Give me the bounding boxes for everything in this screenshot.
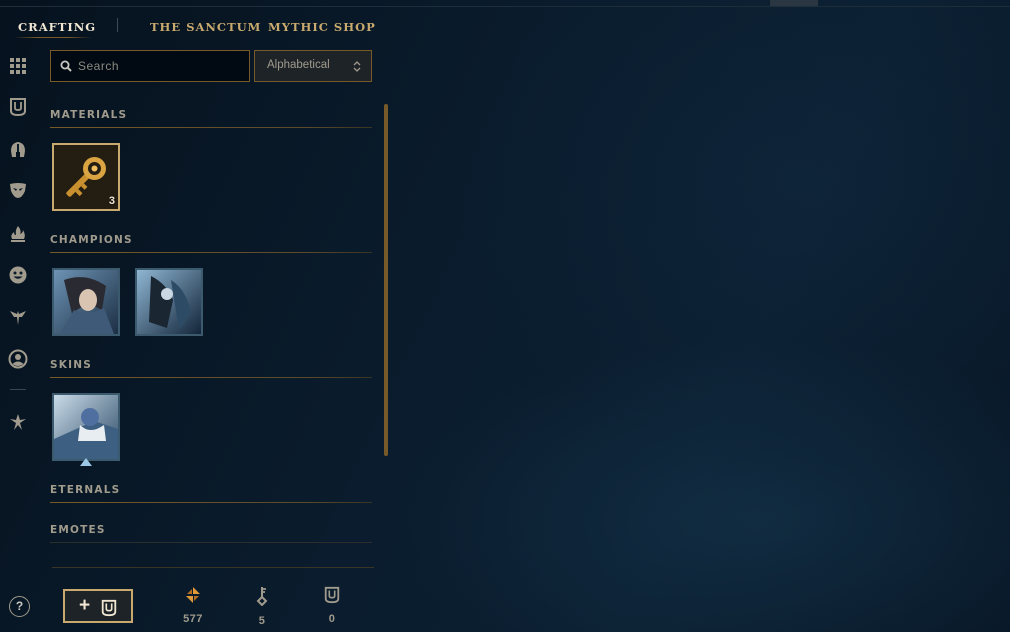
- orange-essence-counter: 577: [173, 586, 213, 625]
- plus-icon: +: [79, 595, 91, 616]
- top-border: [0, 6, 1010, 7]
- bottom-divider: [52, 567, 374, 568]
- section-title-champions: CHAMPIONS: [50, 234, 133, 246]
- chest-icon[interactable]: [8, 97, 28, 117]
- keys-value: 5: [258, 615, 266, 627]
- key-icon: [256, 587, 268, 606]
- crest-icon[interactable]: [8, 307, 28, 327]
- section-divider: [50, 377, 372, 378]
- search-icon: [60, 60, 72, 72]
- skin-shard-image: [54, 395, 118, 459]
- tab-mythic-shop[interactable]: MYTHIC SHOP: [268, 20, 376, 34]
- section-title-materials: MATERIALS: [50, 109, 128, 121]
- item-count: 3: [108, 195, 115, 207]
- material-tile-key-fragment[interactable]: 3: [52, 143, 120, 211]
- search-input[interactable]: [78, 58, 243, 74]
- top-notch: [770, 0, 818, 6]
- champion-shard-image: [54, 270, 118, 334]
- section-divider: [50, 127, 372, 128]
- add-chest-button[interactable]: +: [63, 589, 133, 623]
- chests-value: 0: [328, 613, 336, 625]
- chevron-updown-icon: [353, 61, 361, 72]
- rarity-gem-icon: [80, 458, 92, 466]
- sort-selected-value: Alphabetical: [267, 59, 330, 71]
- profile-icon[interactable]: [8, 349, 28, 369]
- champion-shard-image: [137, 270, 201, 334]
- search-field[interactable]: [50, 50, 250, 82]
- chest-icon: [101, 599, 117, 617]
- rail-divider: [10, 389, 26, 390]
- emote-face-icon[interactable]: [8, 265, 28, 285]
- helmet-icon[interactable]: [8, 140, 28, 160]
- help-button[interactable]: ?: [9, 596, 30, 617]
- list-scrollbar[interactable]: [384, 104, 388, 456]
- chest-icon: [324, 586, 340, 604]
- sort-dropdown[interactable]: Alphabetical: [254, 50, 372, 82]
- section-divider: [50, 542, 372, 543]
- section-title-emotes: EMOTES: [50, 524, 106, 536]
- skin-shard-tile[interactable]: [52, 393, 120, 461]
- orange-essence-value: 577: [183, 613, 203, 625]
- section-title-skins: SKINS: [50, 359, 92, 371]
- champion-shard-tile[interactable]: [135, 268, 203, 336]
- section-divider: [50, 252, 372, 253]
- tab-separator: [117, 18, 118, 32]
- active-tab-underline: [14, 37, 92, 38]
- section-title-eternals: ETERNALS: [50, 484, 121, 496]
- chests-counter: 0: [312, 586, 352, 625]
- keys-counter: 5: [242, 586, 282, 627]
- tab-crafting[interactable]: CRAFTING: [18, 20, 96, 34]
- orange-essence-icon: [186, 587, 200, 603]
- eternals-icon[interactable]: [8, 412, 28, 432]
- ward-flame-icon[interactable]: [8, 224, 28, 244]
- champion-shard-tile[interactable]: [52, 268, 120, 336]
- section-divider: [50, 502, 372, 503]
- grid-icon[interactable]: [8, 56, 28, 76]
- tab-the-sanctum[interactable]: THE SANCTUM: [150, 20, 261, 34]
- mask-icon[interactable]: [8, 180, 28, 200]
